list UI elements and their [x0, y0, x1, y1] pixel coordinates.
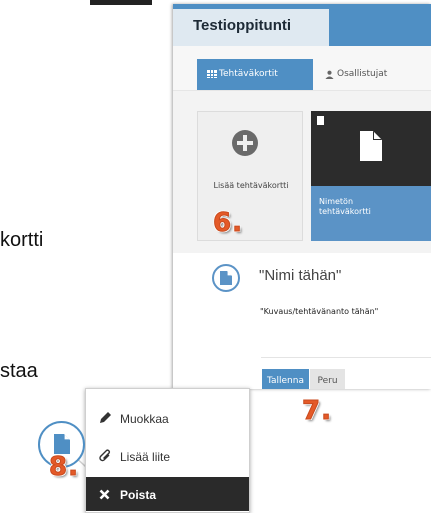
- add-task-card-label: Lisää tehtäväkortti: [213, 181, 289, 190]
- task-name-field[interactable]: "Nimi tähän": [259, 267, 341, 284]
- document-icon: [54, 434, 70, 454]
- lesson-title: Testioppitunti: [193, 17, 292, 34]
- title-bar: Testioppitunti: [173, 4, 431, 46]
- menu-item-add-attachment-label: Lisää liite: [120, 450, 171, 464]
- plus-circle-icon: [232, 130, 258, 156]
- paperclip-icon: [99, 449, 110, 462]
- task-card-thumbnail: [311, 111, 431, 186]
- step-number-6: 6.: [213, 208, 243, 239]
- tab-task-cards-label: Tehtäväkortit: [219, 69, 278, 79]
- tab-participants-label: Osallistujat: [337, 69, 388, 79]
- cancel-button[interactable]: Peru: [310, 369, 345, 389]
- task-card-editor: "Nimi tähän" "Kuvaus/tehtävänanto tähän"…: [173, 253, 431, 389]
- document-icon: [220, 271, 232, 285]
- menu-item-delete[interactable]: Poista: [86, 477, 249, 511]
- cropped-document-text: [0, 0, 175, 5]
- menu-item-edit[interactable]: Muokkaa: [86, 401, 249, 435]
- menu-item-delete-label: Poista: [120, 488, 157, 502]
- user-icon: [325, 70, 334, 79]
- task-card-name: Nimetön tehtäväkortti: [319, 197, 371, 216]
- menu-item-add-attachment[interactable]: Lisää liite: [86, 439, 249, 473]
- small-document-icon: [317, 116, 324, 125]
- step-number-7: 7.: [302, 396, 332, 427]
- task-description-field[interactable]: "Kuvaus/tehtävänanto tähän": [260, 307, 378, 316]
- save-button[interactable]: Tallenna: [262, 369, 309, 389]
- pencil-icon: [100, 412, 111, 423]
- task-card-untitled[interactable]: Nimetön tehtäväkortti: [311, 111, 431, 241]
- lesson-title-tab[interactable]: Testioppitunti: [173, 9, 329, 46]
- document-text-kortti: kortti: [0, 229, 44, 251]
- step-number-8: 8.: [49, 452, 79, 483]
- divider: [261, 357, 431, 358]
- task-card-list: Lisää tehtäväkortti Nimetön tehtäväkortt…: [173, 91, 431, 253]
- document-icon: [360, 131, 382, 161]
- menu-item-edit-label: Muokkaa: [120, 412, 169, 426]
- editor-document-icon[interactable]: [212, 264, 240, 292]
- close-icon: [99, 489, 110, 500]
- grid-icon: [207, 70, 217, 78]
- app-screenshot: Testioppitunti Tehtäväkortit Osallistuja…: [173, 4, 431, 389]
- tab-task-cards[interactable]: Tehtäväkortit: [197, 59, 313, 90]
- tab-bar: Tehtäväkortit Osallistujat: [173, 46, 431, 91]
- document-text-staa: staa: [0, 360, 38, 382]
- context-menu: Muokkaa Lisää liite Poista: [85, 388, 250, 513]
